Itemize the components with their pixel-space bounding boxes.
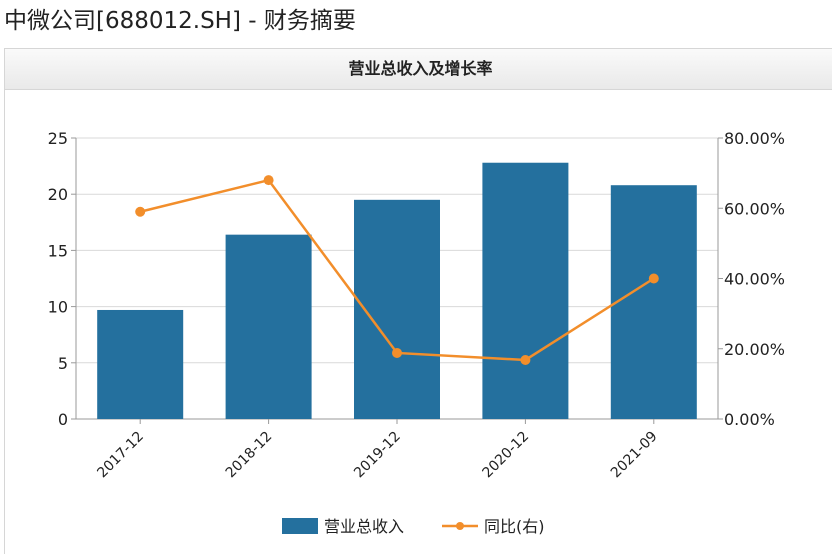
bar-2018-12: [225, 234, 312, 419]
y-left-tick-label: 5: [58, 354, 68, 373]
x-tick-label: 2018-12: [223, 429, 276, 482]
legend-bar-swatch: [282, 518, 318, 534]
bar-2017-12: [97, 309, 184, 419]
y-right-tick-label: 0.00%: [724, 410, 775, 429]
growth-point-2018-12: [263, 175, 274, 186]
y-left-tick-label: 0: [58, 410, 68, 429]
y-right-tick-label: 60.00%: [724, 199, 785, 218]
legend-line-label: 同比(右): [484, 517, 545, 536]
bar-2020-12: [482, 162, 569, 419]
y-left-tick-label: 15: [48, 241, 68, 260]
revenue-growth-chart: 0 5 10 15 20 25 0.00% 20.00% 40.00% 60.00% 80.00% 2…: [48, 129, 785, 536]
growth-point-2017-12: [135, 206, 146, 217]
y-left-tick-label: 20: [48, 185, 68, 204]
x-tick-label: 2021-09: [608, 429, 661, 482]
growth-point-2020-12: [520, 354, 531, 365]
x-tick-label: 2019-12: [351, 429, 404, 482]
y-left-tick-label: 10: [48, 298, 68, 317]
legend-line-marker: [456, 522, 464, 530]
x-tick-label: 2020-12: [480, 429, 533, 482]
y-left-tick-label: 25: [48, 129, 68, 148]
growth-point-2019-12: [392, 347, 402, 358]
y-right-tick-label: 80.00%: [724, 129, 785, 148]
legend-bar-label: 营业总收入: [324, 517, 404, 536]
y-right-tick-label: 40.00%: [724, 270, 785, 289]
bar-2019-12: [354, 199, 440, 419]
y-right-tick-label: 20.00%: [724, 340, 785, 359]
growth-point-2021-09: [648, 273, 659, 284]
bar-2021-09: [610, 185, 697, 419]
x-tick-label: 2017-12: [94, 429, 147, 482]
